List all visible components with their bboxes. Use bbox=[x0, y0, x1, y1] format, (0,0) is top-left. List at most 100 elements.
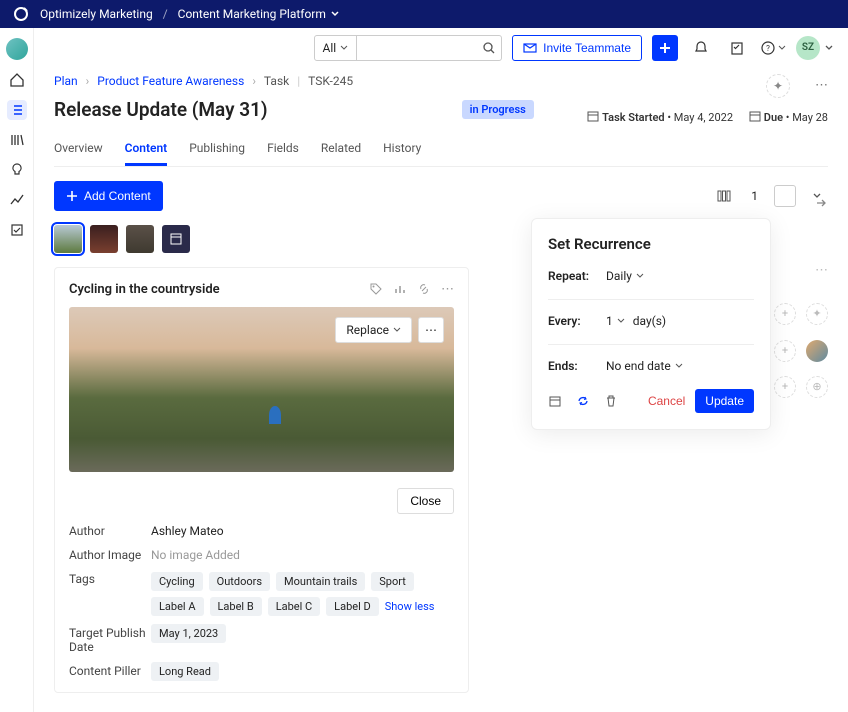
thumb-add[interactable] bbox=[162, 225, 190, 253]
tag[interactable]: Label A bbox=[151, 597, 204, 616]
publish-date-value[interactable]: May 1, 2023 bbox=[151, 624, 226, 643]
every-select[interactable]: 1 bbox=[606, 314, 625, 328]
repeat-select[interactable]: Daily bbox=[606, 269, 644, 283]
add-content-button[interactable]: Add Content bbox=[54, 181, 163, 211]
search-scope-select[interactable]: All bbox=[315, 36, 358, 60]
assignee-slot-icon[interactable]: ⊕ bbox=[806, 376, 828, 398]
assignee-slot-icon[interactable]: + bbox=[774, 376, 796, 398]
rail-analytics-icon[interactable] bbox=[7, 190, 27, 210]
rail-tasks-icon[interactable] bbox=[7, 220, 27, 240]
rail-list-icon[interactable] bbox=[7, 100, 27, 120]
breadcrumb: Plan › Product Feature Awareness › Task … bbox=[54, 74, 828, 88]
analytics-icon[interactable] bbox=[393, 282, 407, 297]
image-more-icon[interactable]: ⋯ bbox=[418, 317, 444, 343]
checkbox-toggle[interactable] bbox=[774, 185, 796, 207]
checklist-icon[interactable] bbox=[724, 35, 750, 61]
row-export-icon[interactable] bbox=[814, 196, 828, 210]
svg-text:?: ? bbox=[766, 44, 770, 53]
breadcrumb-feature[interactable]: Product Feature Awareness bbox=[97, 74, 244, 88]
refresh-icon[interactable] bbox=[576, 394, 594, 408]
assignee-avatar[interactable] bbox=[806, 340, 828, 362]
tab-overview[interactable]: Overview bbox=[54, 133, 103, 166]
assignee-slot-icon[interactable]: ✦ bbox=[806, 303, 828, 325]
chevron-down-icon bbox=[778, 44, 786, 52]
rail-library-icon[interactable] bbox=[7, 130, 27, 150]
mail-icon bbox=[523, 41, 537, 55]
thumb-3[interactable] bbox=[126, 225, 154, 253]
plus-icon bbox=[66, 190, 78, 202]
page-title: Release Update (May 31) bbox=[54, 98, 268, 121]
tag[interactable]: Sport bbox=[371, 572, 414, 591]
product-switcher[interactable]: Content Marketing Platform bbox=[178, 7, 340, 21]
tag[interactable]: Mountain trails bbox=[276, 572, 365, 591]
content-title: Cycling in the countryside bbox=[69, 282, 369, 297]
replace-image-button[interactable]: Replace bbox=[335, 317, 412, 343]
breadcrumb-plan[interactable]: Plan bbox=[54, 74, 78, 88]
modal-title: Set Recurrence bbox=[548, 235, 754, 253]
show-less-link[interactable]: Show less bbox=[385, 600, 435, 613]
tab-history[interactable]: History bbox=[383, 133, 421, 166]
breadcrumb-task: Task bbox=[264, 74, 289, 88]
thumb-1[interactable] bbox=[54, 225, 82, 253]
every-unit: day(s) bbox=[633, 314, 666, 328]
calendar-icon[interactable] bbox=[548, 394, 566, 408]
tag[interactable]: Label B bbox=[210, 597, 262, 616]
update-button[interactable]: Update bbox=[695, 389, 754, 413]
chevron-down-icon bbox=[330, 9, 340, 19]
tag[interactable]: Label C bbox=[268, 597, 320, 616]
user-menu[interactable]: SZ bbox=[796, 36, 834, 60]
tag[interactable]: Outdoors bbox=[209, 572, 270, 591]
row-more-icon[interactable]: ⋯ bbox=[815, 263, 828, 278]
global-topbar: Optimizely Marketing / Content Marketing… bbox=[0, 0, 848, 28]
chevron-down-icon bbox=[636, 272, 644, 280]
ai-suggest-icon[interactable]: ✦ bbox=[766, 74, 790, 98]
tab-publishing[interactable]: Publishing bbox=[189, 133, 245, 166]
chevron-down-icon bbox=[340, 44, 348, 52]
author-label: Author bbox=[69, 524, 151, 538]
search-button[interactable] bbox=[477, 41, 501, 55]
assignee-slot-icon[interactable]: + bbox=[774, 340, 796, 362]
tab-content[interactable]: Content bbox=[125, 133, 168, 166]
card-more-icon[interactable]: ⋯ bbox=[441, 282, 454, 297]
layout-columns-icon[interactable] bbox=[713, 185, 735, 207]
assignee-slot-icon[interactable]: + bbox=[774, 303, 796, 325]
ends-select[interactable]: No end date bbox=[606, 359, 683, 373]
tag[interactable]: Label D bbox=[326, 597, 379, 616]
thumb-2[interactable] bbox=[90, 225, 118, 253]
author-value: Ashley Mateo bbox=[151, 524, 454, 538]
tag-icon[interactable] bbox=[369, 282, 383, 297]
search-input[interactable] bbox=[357, 41, 477, 55]
tab-related[interactable]: Related bbox=[321, 133, 361, 166]
create-button[interactable] bbox=[652, 35, 678, 61]
author-image-label: Author Image bbox=[69, 548, 151, 562]
breadcrumb-pipe: | bbox=[297, 74, 300, 88]
chevron-right-icon: › bbox=[252, 74, 256, 88]
cancel-button[interactable]: Cancel bbox=[648, 394, 685, 408]
chevron-right-icon: › bbox=[86, 74, 90, 88]
tab-fields[interactable]: Fields bbox=[267, 133, 299, 166]
rail-home-icon[interactable] bbox=[7, 70, 27, 90]
global-search[interactable]: All bbox=[314, 35, 503, 61]
page-tabs: Overview Content Publishing Fields Relat… bbox=[54, 133, 828, 167]
help-icon[interactable]: ? bbox=[760, 35, 786, 61]
status-badge[interactable]: in Progress bbox=[462, 100, 534, 119]
notifications-icon[interactable] bbox=[688, 35, 714, 61]
breadcrumb-id: TSK-245 bbox=[308, 74, 353, 88]
user-avatar: SZ bbox=[796, 36, 820, 60]
tag[interactable]: Cycling bbox=[151, 572, 203, 591]
close-button[interactable]: Close bbox=[397, 488, 454, 514]
author-image-value: No image Added bbox=[151, 548, 454, 562]
invite-teammate-button[interactable]: Invite Teammate bbox=[512, 35, 642, 61]
rail-ideas-icon[interactable] bbox=[7, 160, 27, 180]
workspace-avatar[interactable] bbox=[6, 38, 28, 60]
content-piller-value[interactable]: Long Read bbox=[151, 662, 219, 681]
breadcrumb-sep: / bbox=[163, 7, 168, 21]
link-icon[interactable] bbox=[417, 282, 431, 297]
page-more-icon[interactable]: ⋯ bbox=[815, 78, 828, 93]
chevron-down-icon bbox=[824, 43, 834, 53]
left-rail bbox=[0, 28, 34, 712]
tags-label: Tags bbox=[69, 572, 151, 616]
divider bbox=[548, 344, 754, 345]
trash-icon[interactable] bbox=[604, 394, 622, 408]
calendar-icon bbox=[749, 110, 761, 122]
